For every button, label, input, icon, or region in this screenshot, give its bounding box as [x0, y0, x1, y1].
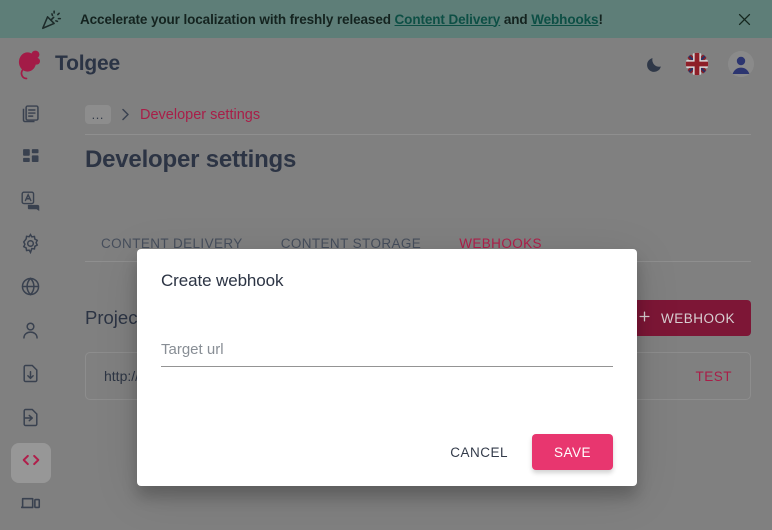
breadcrumb: … Developer settings — [85, 105, 260, 124]
settings-gear-icon — [20, 233, 41, 259]
chevron-right-icon — [121, 108, 130, 121]
uk-flag-icon[interactable] — [684, 51, 710, 77]
dialog-title: Create webhook — [161, 271, 284, 290]
breadcrumb-current[interactable]: Developer settings — [140, 107, 260, 123]
sidebar-item-translations[interactable] — [11, 183, 51, 222]
import-icon — [20, 407, 41, 433]
sidebar-item-settings[interactable] — [11, 226, 51, 265]
party-popper-icon — [40, 8, 62, 30]
close-icon[interactable] — [730, 5, 758, 33]
brand-name: Tolgee — [55, 52, 120, 75]
promo-text-after: ! — [598, 11, 603, 27]
sidebar-item-import[interactable] — [11, 400, 51, 439]
promo-text-before: Accelerate your localization with freshl… — [80, 11, 395, 27]
plus-icon — [637, 309, 652, 327]
webhook-test-button[interactable]: TEST — [695, 369, 732, 384]
code-brackets-icon — [20, 449, 42, 476]
target-url-field — [161, 341, 613, 367]
promo-banner: Accelerate your localization with freshl… — [0, 0, 772, 38]
cancel-button[interactable]: CANCEL — [440, 437, 518, 468]
sidebar-item-projects[interactable] — [11, 96, 51, 135]
sidebar-item-export[interactable] — [11, 356, 51, 395]
sidebar-item-languages[interactable] — [11, 270, 51, 309]
target-url-input[interactable] — [161, 341, 613, 367]
promo-banner-text: Accelerate your localization with freshl… — [80, 12, 603, 27]
moon-icon[interactable] — [642, 52, 666, 76]
save-button[interactable]: SAVE — [531, 434, 613, 470]
sidebar-item-developer-settings[interactable] — [10, 443, 51, 483]
sidebar-item-dashboard[interactable] — [11, 139, 51, 178]
content-delivery-link[interactable]: Content Delivery — [395, 12, 501, 27]
promo-text-middle: and — [500, 11, 532, 27]
sidebar-item-members[interactable] — [11, 313, 51, 352]
page-title: Developer settings — [85, 146, 297, 173]
export-icon — [20, 363, 41, 389]
app-root: Accelerate your localization with freshl… — [0, 0, 772, 530]
tolgee-mouse-logo — [18, 50, 40, 80]
top-app-bar: Tolgee — [0, 38, 772, 90]
left-sidebar — [0, 90, 61, 530]
webhooks-link[interactable]: Webhooks — [531, 12, 598, 27]
breadcrumb-divider — [85, 134, 751, 135]
create-webhook-dialog: Create webhook CANCEL SAVE — [137, 249, 637, 486]
dashboard-icon — [21, 147, 41, 172]
add-webhook-label: WEBHOOK — [660, 310, 735, 326]
add-webhook-button[interactable]: WEBHOOK — [620, 300, 751, 336]
projects-icon — [20, 103, 41, 129]
translations-icon — [20, 190, 41, 216]
integrate-devices-icon — [20, 493, 41, 519]
app-bar-actions — [642, 51, 754, 77]
dialog-actions: CANCEL SAVE — [161, 434, 613, 470]
brand-home-link[interactable]: Tolgee — [14, 48, 120, 80]
person-icon — [20, 320, 41, 346]
user-avatar[interactable] — [728, 51, 754, 77]
breadcrumb-ellipsis-button[interactable]: … — [85, 105, 111, 124]
globe-icon — [20, 276, 41, 302]
sidebar-item-integrate[interactable] — [11, 487, 51, 526]
